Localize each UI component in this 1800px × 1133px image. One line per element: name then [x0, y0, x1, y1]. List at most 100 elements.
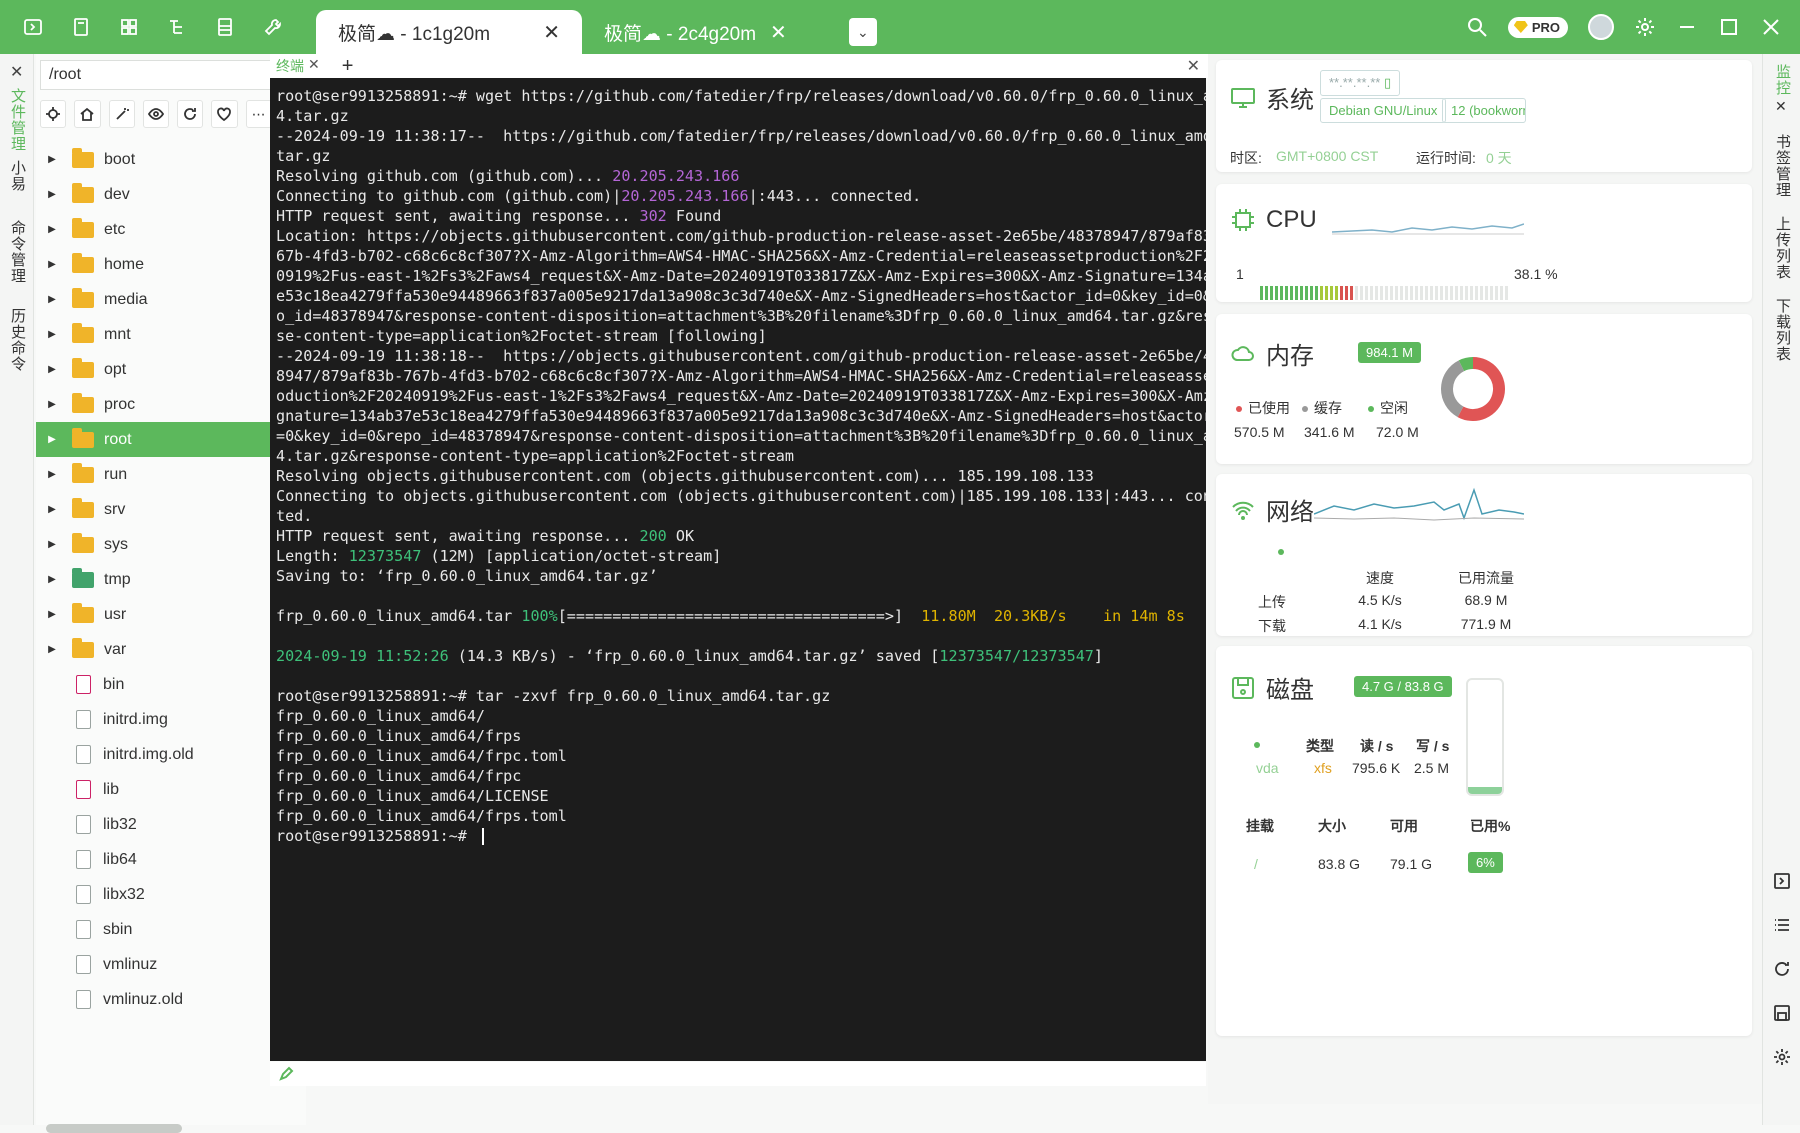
minimize-icon[interactable]: [1676, 16, 1698, 38]
side-tab-file-manager[interactable]: 文件管理: [7, 88, 28, 152]
link-file-icon: [76, 780, 91, 799]
list-icon[interactable]: [1773, 916, 1791, 934]
file-tree-row[interactable]: ▶ boot: [36, 142, 306, 177]
file-tree-row[interactable]: ▶ root: [36, 422, 306, 457]
file-tree-row[interactable]: ▶ tmp: [36, 562, 306, 597]
expand-arrow-icon[interactable]: ▶: [40, 434, 64, 445]
uptime-label: 运行时间:: [1416, 150, 1476, 166]
terminal-text: 4.tar.gz: [276, 107, 349, 125]
ip-badge[interactable]: **.**.**.** ▯: [1320, 70, 1401, 96]
maximize-icon[interactable]: [1718, 16, 1740, 38]
notebook-icon[interactable]: [64, 10, 98, 44]
close-icon[interactable]: ✕: [308, 56, 320, 76]
terminal-box-icon[interactable]: [1773, 872, 1791, 890]
home-icon[interactable]: [74, 100, 101, 128]
cpu-bar-segment: [1280, 286, 1283, 300]
file-tree-row[interactable]: ▶vmlinuz.old: [36, 982, 306, 1017]
file-tree-row[interactable]: ▶sbin: [36, 912, 306, 947]
expand-arrow-icon[interactable]: ▶: [40, 504, 64, 515]
gear-icon[interactable]: [1773, 1048, 1791, 1066]
file-tree-row[interactable]: ▶ var: [36, 632, 306, 667]
expand-arrow-icon[interactable]: ▶: [40, 154, 64, 165]
close-icon[interactable]: ✕: [10, 62, 23, 82]
terminal-text: =0&key_id=0&repo_id=48378947&response-co…: [276, 427, 1206, 445]
expand-arrow-icon[interactable]: ▶: [40, 259, 64, 270]
close-icon[interactable]: ✕: [770, 20, 787, 45]
file-tree-row[interactable]: ▶ proc: [36, 387, 306, 422]
cpu-bar-segment: [1310, 286, 1313, 300]
file-tree-row[interactable]: ▶ etc: [36, 212, 306, 247]
expand-arrow-icon[interactable]: ▶: [40, 644, 64, 655]
refresh-icon[interactable]: [1773, 960, 1791, 978]
expand-arrow-icon[interactable]: ▶: [40, 609, 64, 620]
expand-arrow-icon[interactable]: ▶: [40, 364, 64, 375]
locate-icon[interactable]: [40, 100, 67, 128]
session-tab-2[interactable]: 极简☁ - 2c4g20m ✕: [582, 10, 809, 54]
file-tree-row[interactable]: ▶bin: [36, 667, 306, 702]
pro-badge[interactable]: PRO: [1507, 16, 1568, 38]
list-document-icon[interactable]: [208, 10, 242, 44]
eye-icon[interactable]: [142, 100, 169, 128]
file-tree-row[interactable]: ▶initrd.img: [36, 702, 306, 737]
refresh-icon[interactable]: [177, 100, 204, 128]
file-tree-row[interactable]: ▶ run: [36, 457, 306, 492]
more-icon[interactable]: ⋯: [245, 100, 272, 128]
wrench-icon[interactable]: [256, 10, 290, 44]
side-tab-bookmarks[interactable]: 书签管理: [1772, 134, 1793, 198]
memory-title: 内存: [1230, 336, 1314, 371]
file-tree-row[interactable]: ▶lib32: [36, 807, 306, 842]
file-tree-row[interactable]: ▶lib: [36, 772, 306, 807]
expand-arrow-icon[interactable]: ▶: [40, 539, 64, 550]
avatar[interactable]: [1588, 14, 1614, 40]
side-tab-command-manager[interactable]: 命令管理: [7, 220, 28, 284]
file-tree-row[interactable]: ▶ srv: [36, 492, 306, 527]
chevron-down-icon[interactable]: ⌄: [848, 18, 877, 46]
side-tab-download-list[interactable]: 下载列表: [1772, 298, 1793, 362]
collapse-panel-icon[interactable]: [16, 10, 50, 44]
side-tab-history[interactable]: 历史命令: [7, 308, 28, 372]
file-tree-row[interactable]: ▶ home: [36, 247, 306, 282]
file-tree-row[interactable]: ▶ opt: [36, 352, 306, 387]
session-tab-1[interactable]: 极简☁ - 1c1g20m ✕: [316, 10, 582, 54]
expand-arrow-icon[interactable]: ▶: [40, 294, 64, 305]
expand-arrow-icon[interactable]: ▶: [40, 189, 64, 200]
gear-icon[interactable]: [1634, 16, 1656, 38]
add-terminal-button[interactable]: +: [342, 55, 354, 78]
cloud-icon: [1231, 345, 1254, 361]
side-tab-upload-list[interactable]: 上传列表: [1772, 216, 1793, 280]
file-tree-row[interactable]: ▶libx32: [36, 877, 306, 912]
file-tree-row[interactable]: ▶ usr: [36, 597, 306, 632]
tree-structure-icon[interactable]: [160, 10, 194, 44]
close-icon[interactable]: ✕: [1187, 56, 1200, 76]
close-window-icon[interactable]: [1760, 16, 1782, 38]
side-tab-monitor[interactable]: 监控: [1772, 64, 1793, 96]
search-icon[interactable]: [1466, 16, 1488, 38]
expand-arrow-icon[interactable]: ▶: [40, 399, 64, 410]
expand-arrow-icon[interactable]: ▶: [40, 574, 64, 585]
expand-arrow-icon[interactable]: ▶: [40, 329, 64, 340]
copy-icon[interactable]: ▯: [1384, 75, 1391, 90]
grid-apps-icon[interactable]: [112, 10, 146, 44]
wand-icon[interactable]: [108, 100, 135, 128]
close-icon[interactable]: ✕: [543, 20, 560, 45]
side-tab-assistant[interactable]: 小易: [7, 160, 28, 192]
expand-arrow-icon[interactable]: ▶: [40, 469, 64, 480]
terminal-line: frp_0.60.0_linux_amd64/LICENSE: [276, 786, 1200, 806]
file-tree-row[interactable]: ▶ sys: [36, 527, 306, 562]
save-icon[interactable]: [1773, 1004, 1791, 1022]
file-tree-row[interactable]: ▶vmlinuz: [36, 947, 306, 982]
expand-arrow-icon[interactable]: ▶: [40, 224, 64, 235]
path-input[interactable]: /root: [40, 60, 298, 90]
file-tree-row[interactable]: ▶ dev: [36, 177, 306, 212]
file-tree-row[interactable]: ▶lib64: [36, 842, 306, 877]
file-tree-row[interactable]: ▶ mnt: [36, 317, 306, 352]
terminal-tab[interactable]: 终端 ✕: [270, 56, 328, 76]
heart-icon[interactable]: [211, 100, 238, 128]
pen-icon[interactable]: [278, 1066, 294, 1082]
horizontal-scrollbar[interactable]: [46, 1124, 182, 1133]
file-tree-row[interactable]: ▶ media: [36, 282, 306, 317]
file-tree-row[interactable]: ▶initrd.img.old: [36, 737, 306, 772]
read-header: 读 / s: [1360, 738, 1394, 754]
close-icon[interactable]: ✕: [1775, 98, 1787, 115]
terminal-output[interactable]: root@ser9913258891:~# wget https://githu…: [270, 78, 1206, 1061]
